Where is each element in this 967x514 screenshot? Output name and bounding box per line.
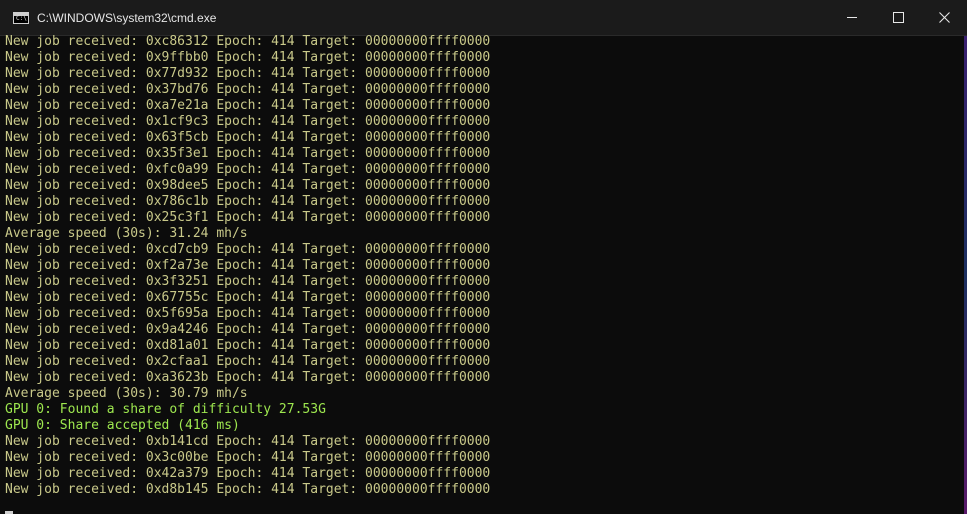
console-line: New job received: 0x35f3e1 Epoch: 414 Ta… [5,146,491,161]
console-line: New job received: 0x786c1b Epoch: 414 Ta… [5,194,491,209]
console-line: Average speed (30s): 31.24 mh/s [5,226,248,241]
cmd-icon-glyph: C:\ [16,14,27,22]
console-line: New job received: 0xf2a73e Epoch: 414 Ta… [5,258,491,273]
console-line: New job received: 0x5f695a Epoch: 414 Ta… [5,306,491,321]
console-line: Average speed (30s): 30.79 mh/s [5,386,248,401]
maximize-icon [892,12,904,23]
console-line: New job received: 0x3f3251 Epoch: 414 Ta… [5,274,491,289]
console-line: New job received: 0x37bd76 Epoch: 414 Ta… [5,82,491,97]
console-line: GPU 0: Share accepted (416 ms) [5,418,240,433]
console-output[interactable]: New job received: 0xc86312 Epoch: 414 Ta… [5,34,960,498]
window-title: C:\WINDOWS\system32\cmd.exe [37,10,217,25]
maximize-button[interactable] [875,0,921,35]
console-line: New job received: 0x9a4246 Epoch: 414 Ta… [5,322,491,337]
console-line: New job received: 0x3c00be Epoch: 414 Ta… [5,450,491,465]
cmd-app-icon[interactable]: C:\ [13,11,29,24]
console-line: New job received: 0xa3623b Epoch: 414 Ta… [5,370,491,385]
title-bar[interactable]: C:\ C:\WINDOWS\system32\cmd.exe [0,0,967,36]
close-button[interactable] [921,0,967,35]
console-line: New job received: 0xd81a01 Epoch: 414 Ta… [5,338,491,353]
console-line: New job received: 0x98dee5 Epoch: 414 Ta… [5,178,491,193]
console-line: New job received: 0xa7e21a Epoch: 414 Ta… [5,98,491,113]
console-line: New job received: 0xb141cd Epoch: 414 Ta… [5,434,491,449]
console-line: New job received: 0x9ffbb0 Epoch: 414 Ta… [5,50,491,65]
console-line: New job received: 0x67755c Epoch: 414 Ta… [5,290,491,305]
close-icon [938,12,950,23]
console-line: New job received: 0x2cfaa1 Epoch: 414 Ta… [5,354,491,369]
console-line: New job received: 0x77d932 Epoch: 414 Ta… [5,66,491,81]
console-line: New job received: 0x42a379 Epoch: 414 Ta… [5,466,491,481]
cmd-window[interactable]: C:\ C:\WINDOWS\system32\cmd.exe New job … [0,0,967,514]
minimize-button[interactable] [829,0,875,35]
console-line: New job received: 0xfc0a99 Epoch: 414 Ta… [5,162,491,177]
window-controls [829,0,967,35]
console-line: New job received: 0xcd7cb9 Epoch: 414 Ta… [5,242,491,257]
console-line: New job received: 0x25c3f1 Epoch: 414 Ta… [5,210,491,225]
minimize-icon [847,17,857,18]
console-line: New job received: 0x63f5cb Epoch: 414 Ta… [5,130,491,145]
console-line: New job received: 0x1cf9c3 Epoch: 414 Ta… [5,114,491,129]
console-line: New job received: 0xd8b145 Epoch: 414 Ta… [5,482,491,497]
console-line: New job received: 0xc86312 Epoch: 414 Ta… [5,34,491,49]
console-line: GPU 0: Found a share of difficulty 27.53… [5,402,326,417]
